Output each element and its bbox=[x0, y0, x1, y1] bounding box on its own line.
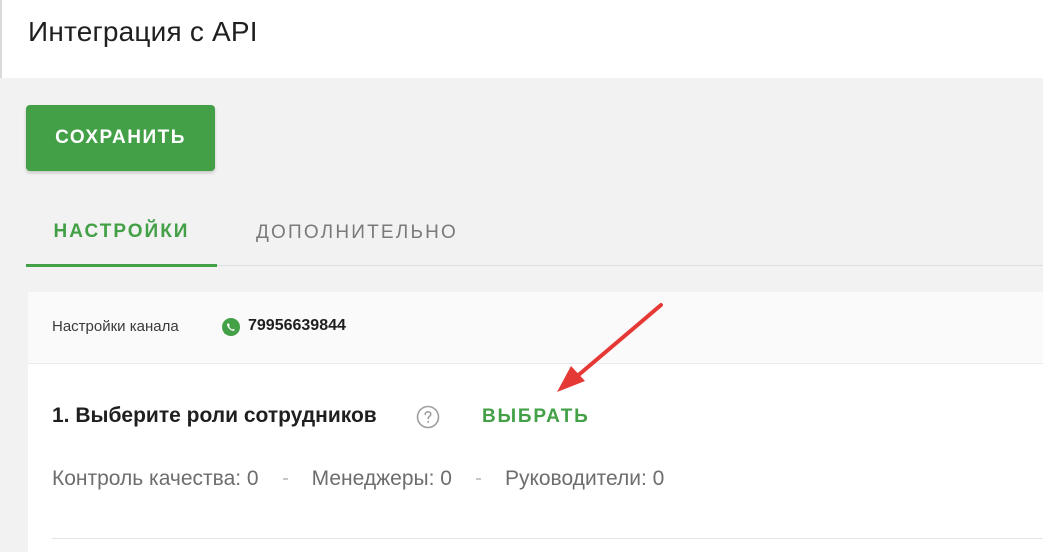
role-count-heads: Руководители: 0 bbox=[504, 467, 665, 490]
question-circle-icon[interactable] bbox=[416, 405, 440, 429]
role-count-managers: Менеджеры: 0 bbox=[311, 467, 452, 490]
tab-settings[interactable]: НАСТРОЙКИ bbox=[26, 200, 217, 267]
role-counts: Контроль качества: 0 Менеджеры: 0 Руководи… bbox=[52, 467, 664, 491]
channel-header: Настройки канала 79956639844 bbox=[28, 292, 1043, 364]
whatsapp-icon bbox=[222, 318, 240, 336]
step-title: 1. Выберите роли сотрудников bbox=[52, 404, 377, 427]
section-divider bbox=[52, 538, 1043, 539]
separator bbox=[282, 478, 288, 481]
tab-bar: НАСТРОЙКИ ДОПОЛНИТЕЛЬНО bbox=[26, 200, 1043, 267]
settings-card: Настройки канала 79956639844 1. Выберите… bbox=[28, 292, 1043, 552]
page-title: Интеграция с API bbox=[28, 16, 258, 47]
save-button[interactable]: СОХРАНИТЬ bbox=[26, 105, 215, 171]
separator bbox=[475, 478, 481, 481]
tab-additional[interactable]: ДОПОЛНИТЕЛЬНО bbox=[217, 200, 497, 266]
page-header: Интеграция с API bbox=[0, 0, 1043, 78]
role-count-quality: Контроль качества: 0 bbox=[52, 467, 259, 490]
channel-label: Настройки канала bbox=[52, 318, 179, 335]
choose-roles-button[interactable]: ВЫБРАТЬ bbox=[482, 406, 590, 428]
channel-phone: 79956639844 bbox=[248, 317, 346, 334]
